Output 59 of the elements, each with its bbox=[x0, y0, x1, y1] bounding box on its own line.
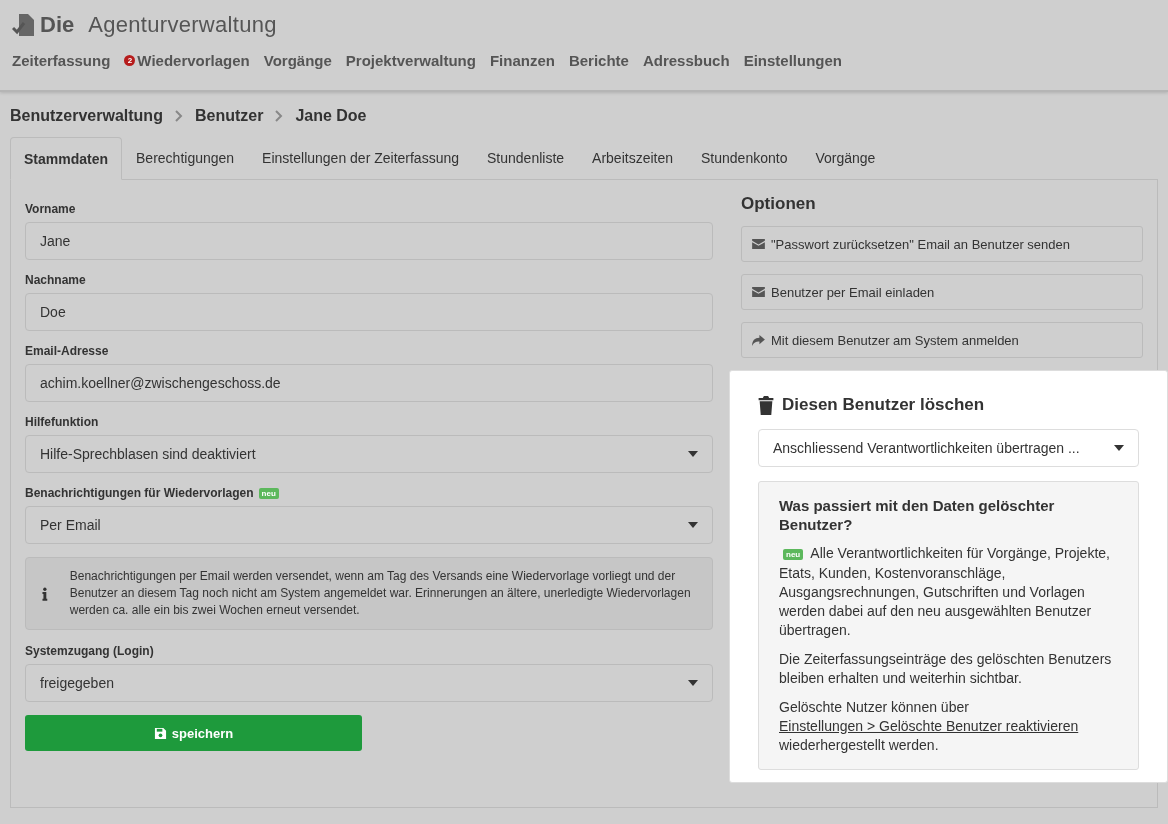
breadcrumb-item[interactable]: Benutzerverwaltung bbox=[10, 107, 163, 125]
delete-heading: Diesen Benutzer löschen bbox=[782, 395, 985, 415]
share-arrow-icon bbox=[752, 334, 765, 346]
trash-icon bbox=[758, 395, 774, 415]
caret-icon bbox=[688, 680, 698, 686]
info-paragraph: Die Zeiterfassungseinträge des gelöschten Benutzers bleiben erhalten und weiterhin sichtbar. bbox=[779, 650, 1113, 688]
logo-text: Agenturverwaltung bbox=[88, 12, 277, 38]
select-field[interactable]: Per Email bbox=[25, 506, 713, 544]
options-heading: Optionen bbox=[741, 194, 817, 214]
nav-link[interactable]: Adressbuch bbox=[642, 52, 730, 69]
envelope-icon bbox=[752, 239, 765, 249]
chevron-icon bbox=[174, 110, 183, 122]
text-field[interactable]: Doe bbox=[25, 293, 713, 331]
caret-icon bbox=[688, 522, 698, 528]
field-label: Benachrichtigungen für Wiedervorlagen bbox=[25, 486, 254, 500]
text-field[interactable]: Jane bbox=[25, 222, 713, 260]
info-paragraph: neu Alle Verantwortlichkeiten für Vorgänge, Projekte, Etats, Kunden, Kostenvoranschläge, Ausgangsrechnungen, Gutschriften und Vorlagen werden dabei auf den neu ausgewählten Benutzer übertragen. bbox=[779, 544, 1111, 640]
option-button[interactable]: Mit diesem Benutzer am System anmelden bbox=[741, 322, 1143, 358]
select-field[interactable]: Hilfe-Sprechblasen sind deaktiviert bbox=[25, 435, 713, 473]
field-label: Systemzugang (Login) bbox=[25, 644, 154, 658]
field-label: Hilfefunktion bbox=[25, 415, 99, 429]
tab[interactable]: Stundenkonto bbox=[687, 137, 802, 179]
save-button[interactable]: speichern bbox=[25, 715, 362, 751]
new-badge: neu bbox=[258, 487, 279, 499]
tab[interactable]: Einstellungen der Zeiterfassung bbox=[248, 137, 473, 179]
option-button[interactable]: "Passwort zurücksetzen" Email an Benutzer senden bbox=[741, 226, 1143, 262]
nav-link[interactable]: Einstellungen bbox=[743, 52, 842, 69]
tab[interactable]: Stundenliste bbox=[473, 137, 579, 179]
logo-prefix: Die bbox=[40, 12, 75, 38]
caret-icon bbox=[688, 451, 698, 457]
field-label: Nachname bbox=[25, 273, 86, 287]
info-paragraph: Gelöschte Nutzer können über Einstellungen > Gelöschte Benutzer reaktivieren wiederhergestellt werden. bbox=[779, 698, 1080, 755]
nav-link[interactable]: 2 Wiedervorlagen bbox=[124, 52, 250, 69]
new-badge: neu bbox=[783, 549, 804, 560]
nav-link[interactable]: Finanzen bbox=[489, 52, 555, 69]
tab[interactable]: Stammdaten bbox=[10, 137, 123, 180]
select-field[interactable]: Anschliessend Verantwortlichkeiten übertragen ... bbox=[758, 429, 1139, 467]
tab[interactable]: Vorgänge bbox=[801, 137, 890, 179]
field-label: Vorname bbox=[25, 202, 76, 216]
chevron-icon bbox=[275, 110, 284, 122]
logo-icon bbox=[12, 13, 36, 37]
nav-link[interactable]: Berichte bbox=[568, 52, 629, 69]
info-heading: Was passiert mit den Daten gelöschter Benutzer? bbox=[779, 496, 1056, 534]
settings-link[interactable]: Einstellungen > Gelöschte Benutzer reaktivieren bbox=[779, 718, 1079, 734]
nav-link[interactable]: Vorgänge bbox=[263, 52, 332, 69]
tab[interactable]: Arbeitszeiten bbox=[578, 137, 687, 179]
info-text: Benachrichtigungen per Email werden versendet, wenn am Tag des Versands eine Wiedervorlage vorliegt und der Benutzer an diesem Tag noch nicht am System angemeldet war. Erinnerungen an ältere, unerledigte Wiedervorlagen werden ca. alle ein bis zwei Wochen erneut versendet. bbox=[69, 568, 692, 619]
count-badge: 2 bbox=[124, 55, 136, 66]
nav-link[interactable]: Zeiterfassung bbox=[12, 52, 111, 69]
option-button[interactable]: Benutzer per Email einladen bbox=[741, 274, 1143, 310]
breadcrumb-item[interactable]: Benutzer bbox=[194, 107, 264, 125]
breadcrumb-item: Jane Doe bbox=[295, 107, 367, 125]
nav-link[interactable]: Projektverwaltung bbox=[345, 52, 476, 69]
envelope-icon bbox=[752, 287, 765, 297]
caret-icon bbox=[1114, 445, 1124, 451]
field-label: Email-Adresse bbox=[25, 344, 109, 358]
text-field[interactable]: achim.koellner@zwischengeschoss.de bbox=[25, 364, 713, 402]
tab[interactable]: Berechtigungen bbox=[122, 137, 249, 179]
select-field[interactable]: freigegeben bbox=[25, 664, 713, 702]
